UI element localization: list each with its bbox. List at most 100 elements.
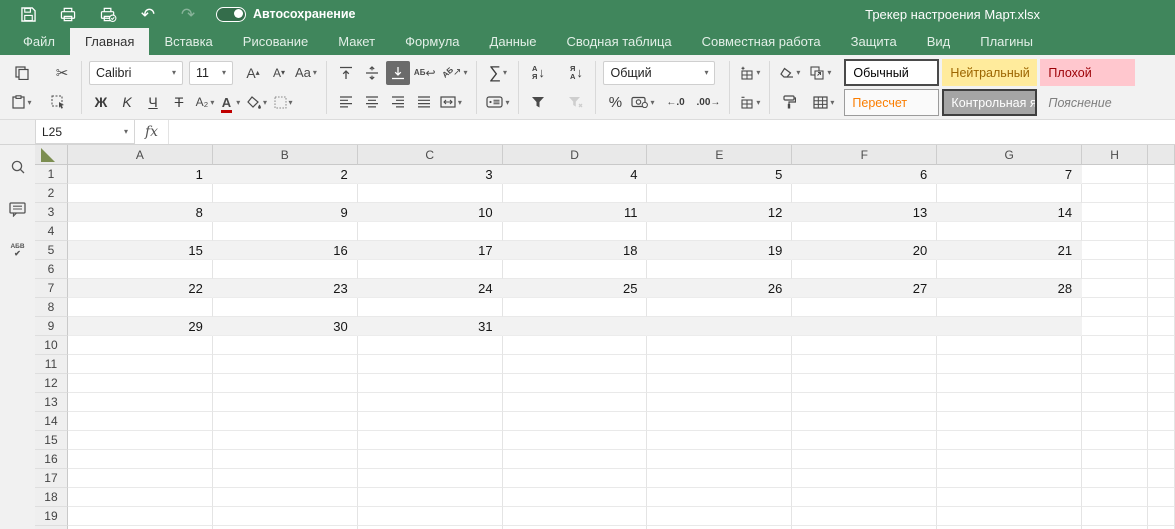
cell[interactable]: 26 <box>647 279 792 298</box>
cell[interactable] <box>647 260 792 279</box>
autosave-toggle[interactable] <box>216 7 246 22</box>
cell[interactable] <box>792 412 937 431</box>
tab-данные[interactable]: Данные <box>475 28 552 55</box>
cell[interactable] <box>1082 412 1148 431</box>
strikethrough-button[interactable]: Т <box>167 90 191 114</box>
cell[interactable] <box>68 260 213 279</box>
cell[interactable] <box>358 488 503 507</box>
cell[interactable] <box>647 336 792 355</box>
cell[interactable]: 18 <box>503 241 648 260</box>
tab-плагины[interactable]: Плагины <box>965 28 1048 55</box>
conditional-formatting-icon[interactable]: ▾ <box>808 61 833 85</box>
sort-asc-icon[interactable]: АЯ ↓ <box>526 61 550 85</box>
tab-защита[interactable]: Защита <box>836 28 912 55</box>
cell[interactable] <box>647 412 792 431</box>
cell[interactable] <box>68 488 213 507</box>
cell[interactable] <box>503 317 648 336</box>
cell[interactable]: 14 <box>937 203 1082 222</box>
search-icon[interactable] <box>8 157 28 177</box>
fill-color-icon[interactable]: ▾ <box>245 90 269 114</box>
cell[interactable] <box>647 317 792 336</box>
cell[interactable] <box>503 507 648 526</box>
cell[interactable] <box>358 222 503 241</box>
print-icon[interactable] <box>48 7 88 22</box>
cell[interactable] <box>647 488 792 507</box>
tab-главная[interactable]: Главная <box>70 28 149 55</box>
cell[interactable] <box>792 450 937 469</box>
cell[interactable] <box>1082 336 1148 355</box>
cell[interactable] <box>937 317 1082 336</box>
cell[interactable] <box>1148 241 1175 260</box>
cell[interactable] <box>213 184 358 203</box>
cell[interactable]: 27 <box>792 279 937 298</box>
cell[interactable] <box>1082 431 1148 450</box>
cell[interactable]: 9 <box>213 203 358 222</box>
cell[interactable] <box>1148 431 1175 450</box>
cell[interactable] <box>68 431 213 450</box>
cell[interactable]: 21 <box>937 241 1082 260</box>
quick-print-icon[interactable] <box>88 7 128 22</box>
font-color-button[interactable]: A▾ <box>219 90 243 114</box>
cell[interactable]: 4 <box>503 165 648 184</box>
cell[interactable] <box>1082 260 1148 279</box>
clear-icon[interactable]: ▾ <box>777 61 802 85</box>
cell[interactable]: 19 <box>647 241 792 260</box>
cell[interactable] <box>647 450 792 469</box>
cell[interactable]: 16 <box>213 241 358 260</box>
cell[interactable] <box>503 374 648 393</box>
cell[interactable]: 1 <box>68 165 213 184</box>
cell[interactable]: 10 <box>358 203 503 222</box>
cell[interactable] <box>937 336 1082 355</box>
cell[interactable] <box>213 393 358 412</box>
cell[interactable] <box>68 222 213 241</box>
cell[interactable] <box>792 317 937 336</box>
cell[interactable]: 29 <box>68 317 213 336</box>
cell[interactable] <box>1148 165 1175 184</box>
cell[interactable] <box>1082 165 1148 184</box>
column-header-A[interactable]: A <box>68 145 213 165</box>
font-name-select[interactable]: Calibri▾ <box>89 61 183 85</box>
cell[interactable] <box>1082 355 1148 374</box>
cell[interactable] <box>358 412 503 431</box>
cell[interactable] <box>1082 241 1148 260</box>
cell-style-0[interactable]: Обычный <box>844 59 939 86</box>
cell[interactable] <box>503 298 648 317</box>
cell[interactable]: 15 <box>68 241 213 260</box>
cell[interactable] <box>937 298 1082 317</box>
cell[interactable] <box>68 355 213 374</box>
cell[interactable]: 23 <box>213 279 358 298</box>
column-header-E[interactable]: E <box>647 145 792 165</box>
column-header-F[interactable]: F <box>792 145 937 165</box>
cell[interactable] <box>937 450 1082 469</box>
cell[interactable] <box>792 469 937 488</box>
row-header-17[interactable]: 17 <box>35 469 68 488</box>
cell[interactable]: 22 <box>68 279 213 298</box>
cell[interactable] <box>792 336 937 355</box>
cell[interactable] <box>503 450 648 469</box>
cell[interactable] <box>358 393 503 412</box>
cell[interactable] <box>68 184 213 203</box>
percent-style-button[interactable]: % <box>603 90 627 114</box>
filter-icon[interactable] <box>526 90 550 114</box>
cell[interactable] <box>1148 222 1175 241</box>
tab-вид[interactable]: Вид <box>912 28 966 55</box>
row-header-9[interactable]: 9 <box>35 317 68 336</box>
format-as-table-icon[interactable]: ▾ <box>811 90 836 114</box>
cell[interactable] <box>213 336 358 355</box>
cell[interactable]: 13 <box>792 203 937 222</box>
cell[interactable] <box>792 507 937 526</box>
cell[interactable]: 25 <box>503 279 648 298</box>
cell[interactable] <box>358 469 503 488</box>
cell[interactable] <box>503 336 648 355</box>
cell[interactable]: 31 <box>358 317 503 336</box>
cell[interactable] <box>937 393 1082 412</box>
cell[interactable] <box>358 507 503 526</box>
cell-style-3[interactable]: Пересчет <box>844 89 939 116</box>
cut-icon[interactable]: ✂ <box>50 61 74 85</box>
cell[interactable] <box>68 507 213 526</box>
cell[interactable] <box>1148 260 1175 279</box>
column-header-D[interactable]: D <box>503 145 648 165</box>
cell[interactable] <box>647 184 792 203</box>
cell[interactable] <box>647 431 792 450</box>
decrease-decimal-button[interactable]: ←.0 <box>663 90 687 114</box>
